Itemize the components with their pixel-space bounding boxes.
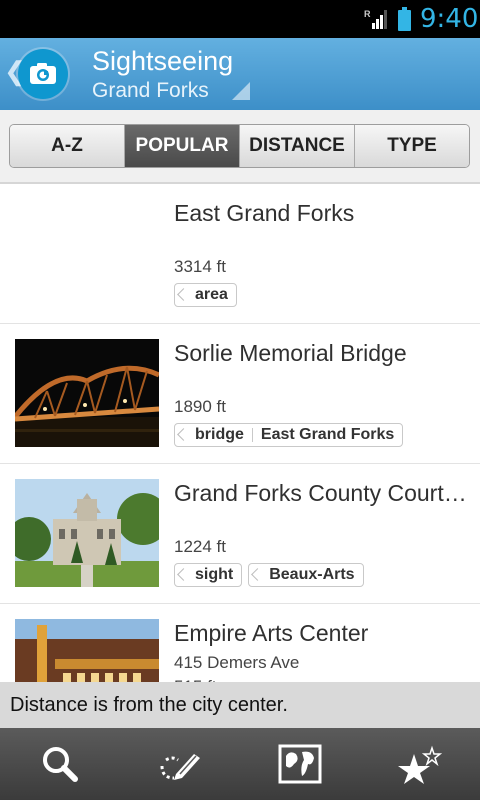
map-icon: [278, 744, 322, 784]
item-tags: bridge East Grand Forks: [174, 423, 404, 447]
item-name: Sorlie Memorial Bridge: [174, 340, 407, 366]
tag-icon: [251, 568, 265, 581]
camera-icon[interactable]: [18, 49, 68, 99]
item-name: East Grand Forks: [174, 200, 355, 226]
bottom-nav: [0, 728, 480, 800]
page-title: Sightseeing: [92, 46, 234, 76]
sort-tabs-bar: A-Z POPULAR DISTANCE TYPE: [0, 110, 480, 184]
search-icon: [43, 747, 78, 782]
signal-icon: R: [364, 9, 387, 29]
tab-type[interactable]: TYPE: [355, 125, 469, 167]
tag-chip[interactable]: bridge East Grand Forks: [174, 423, 404, 447]
list-item[interactable]: Grand Forks County Courthouse 1224 ft si…: [0, 464, 480, 604]
nav-favorites[interactable]: [360, 728, 480, 800]
tag-chip[interactable]: sight: [174, 563, 243, 587]
svg-text:R: R: [364, 9, 371, 19]
bridge-photo: [15, 339, 159, 447]
item-name: Grand Forks County Courthouse: [174, 480, 470, 506]
sort-tabs: A-Z POPULAR DISTANCE TYPE: [9, 124, 470, 168]
city-selector[interactable]: Grand Forks: [92, 79, 209, 103]
tag-separator: [251, 428, 253, 442]
tab-distance[interactable]: DISTANCE: [240, 125, 355, 167]
courthouse-photo: [15, 479, 159, 587]
list-item[interactable]: Empire Arts Center 415 Demers Ave 515 ft: [0, 604, 480, 684]
item-address: 415 Demers Ave: [174, 653, 300, 672]
item-tags: sight Beaux-Arts: [174, 563, 364, 587]
item-name: Empire Arts Center: [174, 620, 369, 646]
app-bar: ❮ Sightseeing Grand Forks: [0, 38, 480, 111]
favorites-stars-icon: [398, 745, 442, 784]
tag-chip[interactable]: Beaux-Arts: [248, 563, 364, 587]
tag-icon: [177, 568, 190, 581]
theater-photo: [15, 619, 159, 684]
list-item[interactable]: East Grand Forks 3314 ft area: [0, 184, 480, 324]
battery-icon: [398, 7, 411, 31]
tab-a-z[interactable]: A-Z: [10, 125, 125, 167]
nav-search[interactable]: [0, 728, 120, 800]
sights-list[interactable]: East Grand Forks 3314 ft area Sorlie Mem…: [0, 184, 480, 684]
status-bar: R 9:40: [0, 0, 480, 38]
item-distance: 1890 ft: [174, 397, 226, 416]
item-distance: 3314 ft: [174, 257, 226, 276]
route-pencil-icon: [160, 754, 200, 780]
distance-info-toast: Distance is from the city center.: [0, 682, 480, 728]
item-distance: 1224 ft: [174, 537, 226, 556]
nav-map[interactable]: [240, 728, 360, 800]
tag-icon: [177, 288, 190, 301]
item-tags: area: [174, 283, 237, 307]
list-item[interactable]: Sorlie Memorial Bridge 1890 ft bridge Eas…: [0, 324, 480, 464]
nav-itinerary[interactable]: [120, 728, 240, 800]
tab-popular[interactable]: POPULAR: [125, 125, 240, 167]
tag-chip[interactable]: area: [174, 283, 237, 307]
dropdown-corner-icon[interactable]: [232, 82, 250, 100]
tag-icon: [177, 428, 190, 441]
status-time: 9:40: [420, 4, 479, 34]
